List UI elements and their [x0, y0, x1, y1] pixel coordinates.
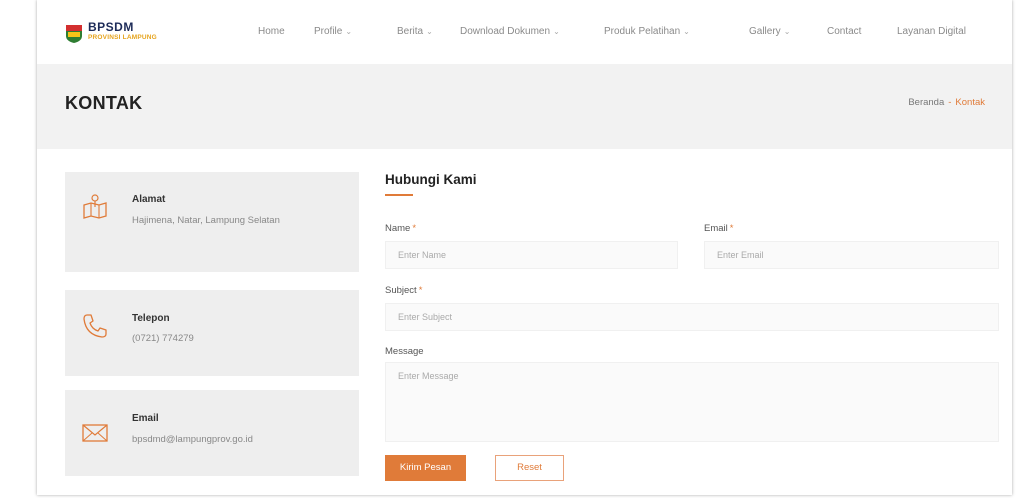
email-label: Email * — [704, 223, 733, 234]
chevron-down-icon: ⌄ — [345, 27, 353, 36]
breadcrumb-current: Kontak — [955, 97, 985, 108]
reset-button[interactable]: Reset — [495, 455, 564, 481]
breadcrumb-separator: - — [948, 97, 952, 108]
site-header: BPSDM PROVINSI LAMPUNG Home Profile ⌄ Ber… — [37, 0, 1012, 64]
subject-placeholder: Enter Subject — [398, 312, 453, 322]
nav-layanan-label: Layanan Digital — [897, 26, 966, 37]
phone-icon — [83, 314, 107, 338]
email-text: bpsdmd@lampungprov.go.id — [132, 434, 253, 445]
phone-text: (0721) 774279 — [132, 333, 194, 344]
message-placeholder: Enter Message — [398, 371, 459, 381]
nav-item-layanan[interactable]: Layanan Digital — [897, 26, 966, 37]
phone-title: Telepon — [132, 313, 170, 324]
nav-item-download[interactable]: Download Dokumen ⌄ — [460, 26, 560, 37]
chevron-down-icon: ⌄ — [426, 27, 433, 36]
submit-button[interactable]: Kirim Pesan — [385, 455, 466, 481]
nav-profile-label: Profile — [314, 26, 343, 37]
name-placeholder: Enter Name — [398, 250, 447, 260]
chevron-down-icon: ⌄ — [683, 27, 690, 36]
nav-item-produk[interactable]: Produk Pelatihan ⌄ — [604, 26, 690, 37]
message-label: Message — [385, 346, 424, 357]
page-title: KONTAK — [65, 93, 143, 113]
required-mark: * — [412, 223, 417, 234]
nav-berita-label: Berita — [397, 26, 424, 37]
required-mark: * — [729, 223, 734, 234]
email-title: Email — [132, 413, 159, 424]
phone-card: Telepon (0721) 774279 — [65, 290, 359, 376]
message-textarea[interactable]: Enter Message — [385, 362, 999, 442]
main-nav: Home Profile ⌄ Berita ⌄ Download Dokumen ⌄ … — [37, 26, 1012, 42]
chevron-down-icon: ⌄ — [553, 27, 560, 36]
nav-home-label: Home — [258, 26, 285, 37]
address-title: Alamat — [132, 194, 166, 205]
message-label-text: Message — [385, 346, 424, 357]
name-input[interactable]: Enter Name — [385, 241, 678, 269]
breadcrumb-home[interactable]: Beranda — [908, 97, 944, 108]
email-card: Email bpsdmd@lampungprov.go.id — [65, 390, 359, 476]
nav-item-berita[interactable]: Berita ⌄ — [397, 26, 433, 37]
nav-item-gallery[interactable]: Gallery ⌄ — [749, 26, 790, 37]
form-title-underline — [385, 194, 413, 196]
page-title-band: KONTAK Beranda - Kontak — [37, 64, 1012, 149]
breadcrumb: Beranda - Kontak — [908, 97, 985, 108]
chevron-down-icon: ⌄ — [783, 27, 791, 36]
required-mark: * — [418, 285, 423, 296]
name-label-text: Name — [385, 223, 411, 234]
subject-label: Subject * — [385, 285, 422, 296]
nav-download-label: Download Dokumen — [460, 26, 551, 37]
nav-item-contact[interactable]: Contact — [827, 26, 861, 37]
nav-produk-label: Produk Pelatihan — [604, 26, 681, 37]
page-frame: BPSDM PROVINSI LAMPUNG Home Profile ⌄ Ber… — [37, 0, 1012, 495]
email-input[interactable]: Enter Email — [704, 241, 999, 269]
subject-input[interactable]: Enter Subject — [385, 303, 999, 331]
address-card: Alamat Hajimena, Natar, Lampung Selatan — [65, 172, 359, 272]
nav-item-home[interactable]: Home — [258, 26, 285, 37]
nav-contact-label: Contact — [827, 26, 862, 37]
address-text: Hajimena, Natar, Lampung Selatan — [132, 215, 280, 226]
subject-label-text: Subject — [385, 285, 417, 296]
nav-gallery-label: Gallery — [749, 26, 781, 37]
email-placeholder: Enter Email — [717, 250, 764, 260]
form-title: Hubungi Kami — [385, 172, 477, 187]
name-label: Name * — [385, 223, 416, 234]
email-label-text: Email — [704, 223, 728, 234]
nav-item-profile[interactable]: Profile ⌄ — [314, 26, 352, 37]
mail-icon — [82, 424, 108, 442]
map-icon — [83, 194, 107, 219]
